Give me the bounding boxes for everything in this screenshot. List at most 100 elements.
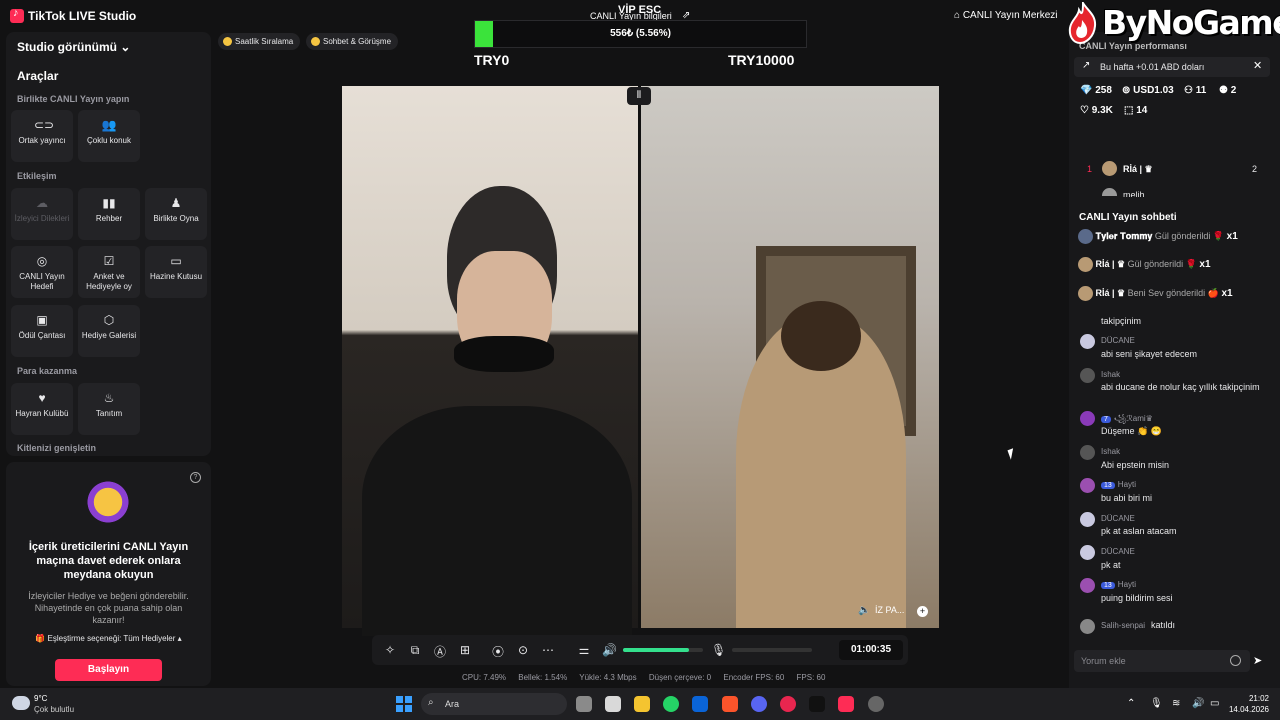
chat-username: 13 Hayti xyxy=(1101,580,1136,589)
whatsapp-icon[interactable] xyxy=(663,696,679,712)
tile-label: İzleyici Dilekleri xyxy=(14,214,70,223)
guest-tag: İZ PA... xyxy=(875,605,905,615)
add-icon[interactable]: + xyxy=(917,606,928,617)
folder-icon[interactable] xyxy=(634,696,650,712)
match-emoji-illustration xyxy=(80,478,136,526)
username-text: Hayti xyxy=(1117,480,1137,489)
avatar xyxy=(1078,229,1093,244)
avatar xyxy=(1080,411,1095,426)
more-icon[interactable]: ⋯ xyxy=(541,643,555,657)
trend-up-icon: ↗ xyxy=(1082,60,1091,71)
promo-title: İçerik üreticilerini CANLI Yayın maçına … xyxy=(28,541,189,581)
windows-start-icon[interactable] xyxy=(396,696,412,712)
chevron-up-icon[interactable]: ⌃ xyxy=(1127,698,1135,709)
rank-name: Rİá | ♛ xyxy=(1123,164,1153,174)
help-icon[interactable]: ? xyxy=(190,472,201,483)
gift-count: x1 xyxy=(1199,258,1211,270)
speaker-icon[interactable]: 🔈 xyxy=(858,605,870,616)
ai-icon[interactable]: Ⓐ xyxy=(433,643,447,660)
likes-value: 9.3K xyxy=(1091,105,1113,116)
send-icon[interactable]: ➤ xyxy=(1253,654,1262,667)
bag-icon: ▣ xyxy=(36,313,48,327)
section-interaction: Etkileşim xyxy=(17,171,57,181)
tile-viewer-wishes[interactable]: ☁ İzleyici Dilekleri xyxy=(11,188,73,240)
tile-reward-bag[interactable]: ▣ Ödül Çantası xyxy=(11,305,73,357)
clock-time[interactable]: 21:02 xyxy=(1227,694,1269,703)
gift-row: Rİá | ♛ Gül gönderildi 🌹 x1 xyxy=(1078,257,1211,272)
volume-icon[interactable]: 🔊 xyxy=(602,643,617,657)
tile-guide[interactable]: ▮▮ Rehber xyxy=(78,188,140,240)
chat-username: DÜCANE xyxy=(1101,514,1135,523)
tile-promote[interactable]: ♨ Tanıtım xyxy=(78,383,140,435)
gift-count: x1 xyxy=(1221,287,1233,299)
taskbar-search[interactable]: Ara xyxy=(421,693,567,715)
capture-icon[interactable]: ⊙ xyxy=(516,643,530,657)
app-icon[interactable] xyxy=(780,696,796,712)
chat-message-text: takipçinim xyxy=(1101,316,1142,326)
tile-multi-guest[interactable]: 👥 Çoklu konuk xyxy=(78,110,140,162)
book-icon: ▮▮ xyxy=(102,196,116,210)
clock-date[interactable]: 14.04.2026 xyxy=(1227,705,1269,714)
chrome-icon[interactable] xyxy=(868,696,884,712)
tile-play-together[interactable]: ♟ Birlikte Oyna xyxy=(145,188,207,240)
section-audience: Kitlenizi genişletin xyxy=(17,443,97,453)
chat-call-chip[interactable]: Sohbet & Görüşme xyxy=(306,33,399,50)
microphone-icon[interactable]: 🎙 xyxy=(711,643,726,657)
avatar xyxy=(1080,334,1095,349)
users-icon: 👥 xyxy=(101,118,117,132)
task-view-icon[interactable] xyxy=(576,696,592,712)
comment-input[interactable]: Yorum ekle xyxy=(1074,650,1250,672)
tile-fan-club[interactable]: ♥ Hayran Kulübü xyxy=(11,383,73,435)
studio-view-dropdown[interactable]: Studio görünümü ⌄ xyxy=(17,40,130,54)
gift-action: Beni Sev gönderildi xyxy=(1127,287,1206,298)
outlook-icon[interactable] xyxy=(692,696,708,712)
tiktok-icon[interactable] xyxy=(809,696,825,712)
files-icon[interactable] xyxy=(605,696,621,712)
gift-user: Rİá | ♛ xyxy=(1095,287,1126,298)
magic-wand-icon[interactable]: ✧ xyxy=(383,643,397,657)
chat-username: 13 Hayti xyxy=(1101,480,1136,489)
tile-label: Ortak yayıncı xyxy=(18,136,66,145)
new-followers-stat: ⚉ 2 xyxy=(1219,85,1237,96)
speaker-tray-icon[interactable]: 🔊 xyxy=(1192,698,1204,709)
wifi-icon[interactable]: ≋ xyxy=(1172,698,1180,709)
chat-message-text: bu abi biri mi xyxy=(1101,493,1153,503)
studio-view-label: Studio görünümü xyxy=(17,40,117,54)
gift-user: 𝐓𝐲𝐥𝐞𝐫 𝐓𝐨𝐦𝐦𝐲 xyxy=(1095,230,1153,241)
stat-encoder-fps: Encoder FPS: 60 xyxy=(723,673,785,682)
tile-gift-gallery[interactable]: ⬡ Hediye Galerisi xyxy=(78,305,140,357)
stat-memory: Bellek: 1.54% xyxy=(518,673,568,682)
mic-slider[interactable] xyxy=(732,648,812,652)
chat-username: DÜCANE xyxy=(1101,547,1135,556)
tile-poll[interactable]: ☑ Anket ve Hediyeyle oy xyxy=(78,246,140,298)
emoji-icon[interactable] xyxy=(1230,655,1241,666)
add-source-icon[interactable]: ⊞ xyxy=(458,643,472,657)
layout-icon[interactable]: ⧉ xyxy=(408,643,422,658)
chat-message-text: abi seni şikayet edecem xyxy=(1101,349,1198,359)
match-option-dropdown[interactable]: 🎁 Eşleştirme seçeneği: Tüm Hediyeler ▴ xyxy=(18,634,199,643)
close-icon[interactable]: ✕ xyxy=(1253,59,1262,72)
tile-live-goal[interactable]: ◎ CANLI Yayın Hedefi xyxy=(11,246,73,298)
mic-tray-icon[interactable]: 🎙 xyxy=(1150,698,1163,709)
live-center-link[interactable]: ⌂ CANLI Yayın Merkezi xyxy=(954,10,1058,21)
brave-icon[interactable] xyxy=(722,696,738,712)
stat-fps: FPS: 60 xyxy=(796,673,826,682)
host-sunglasses xyxy=(454,336,554,372)
layout-toggle-icon[interactable]: ⦀ xyxy=(627,87,651,105)
record-icon[interactable]: ⦿ xyxy=(491,643,505,660)
equalizer-icon[interactable]: ⚌ xyxy=(577,643,591,657)
chevron-down-icon: ⌄ xyxy=(120,40,131,54)
start-match-button[interactable]: Başlayın xyxy=(55,659,162,681)
discord-icon[interactable] xyxy=(751,696,767,712)
tiktok-live-studio-icon[interactable] xyxy=(838,696,854,712)
tile-treasure-box[interactable]: ▭ Hazine Kutusu xyxy=(145,246,207,298)
host-camera-feed xyxy=(342,86,638,636)
avatar xyxy=(1080,368,1095,383)
chat-message-text: pk at aslan atacam xyxy=(1101,526,1177,536)
tile-cohost[interactable]: ⊂⊃ Ortak yayıncı xyxy=(11,110,73,162)
hourly-ranking-chip[interactable]: Saatlik Sıralama xyxy=(218,33,301,50)
battery-icon[interactable]: ▭ xyxy=(1210,698,1219,709)
chat-message-text: katıldı xyxy=(1151,620,1176,630)
cloud-icon[interactable] xyxy=(12,696,30,710)
weekly-earnings-alert: Bu hafta +0.01 ABD doları xyxy=(1074,57,1270,77)
